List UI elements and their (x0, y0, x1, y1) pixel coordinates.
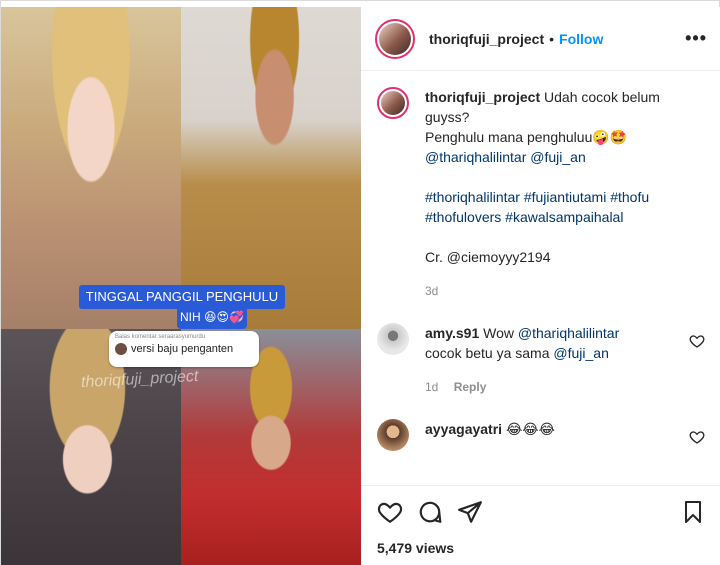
comment-mention-2[interactable]: @fuji_an (553, 345, 608, 361)
reply-bubble-big: versi baju penganten (115, 343, 253, 355)
caption-line1: Udah cocok belum (544, 89, 660, 105)
caption-author-avatar[interactable] (377, 87, 409, 119)
caption-line3: Penghulu mana penghuluu🤪🤩 (425, 129, 628, 145)
comment-like-heart-icon[interactable] (689, 333, 705, 349)
commenter-avatar[interactable] (377, 323, 409, 355)
reply-bubble-small: Balas komentar seraarasyumurdu (115, 334, 206, 340)
media-overlay-caption-2: NIH 😆😍💞 (177, 305, 247, 329)
comment-row: ayyagayatri 😂😂😂 (377, 419, 705, 451)
comment-username[interactable]: ayyagayatri (425, 421, 502, 437)
comment-username[interactable]: amy.s91 (425, 325, 479, 341)
comment-meta: 1d Reply (425, 377, 681, 397)
follow-button[interactable]: Follow (559, 31, 603, 47)
more-options-icon[interactable]: ••• (685, 28, 707, 49)
comment-icon[interactable] (417, 499, 443, 525)
caption-mention-1[interactable]: @thariqhalilintar (425, 149, 526, 165)
reply-avatar-dot (115, 343, 127, 355)
comment-text: ayyagayatri 😂😂😂 (425, 419, 681, 439)
media-overlay-line2: NIH 😆😍💞 (180, 310, 244, 324)
media-overlay-line1: TINGGAL PANGGIL PENGHULU (85, 289, 279, 304)
instagram-post-window: TINGGAL PANGGIL PENGHULU NIH 😆😍💞 Balas k… (0, 0, 720, 565)
comment-row: amy.s91 Wow @thariqhalilintar cocok betu… (377, 323, 705, 397)
post-header: thoriqfuji_project • Follow ••• (361, 7, 720, 71)
caption-mention-2[interactable]: @fuji_an (530, 149, 585, 165)
views-count: 5,479 views (377, 540, 455, 556)
media-reply-bubble: Balas komentar seraarasyumurdu versi baj… (109, 331, 259, 367)
commenter-avatar[interactable] (377, 419, 409, 451)
caption-text: thoriqfuji_project Udah cocok belum guys… (425, 87, 705, 301)
comment-text-pre: Wow (483, 325, 514, 341)
caption-username[interactable]: thoriqfuji_project (425, 89, 540, 105)
comments-section[interactable]: thoriqfuji_project Udah cocok belum guys… (361, 71, 720, 485)
action-icons (377, 494, 705, 530)
comment-mention-1[interactable]: @thariqhalilintar (518, 325, 619, 341)
comment-timestamp: 1d (425, 380, 439, 394)
comment-like-heart-icon[interactable] (689, 429, 705, 445)
post-media-collage[interactable]: TINGGAL PANGGIL PENGHULU NIH 😆😍💞 Balas k… (1, 7, 361, 565)
share-icon[interactable] (457, 499, 483, 525)
reply-button[interactable]: Reply (454, 380, 487, 394)
caption-hashtags-1[interactable]: #thoriqhalilintar #fujiantiutami #thofu (425, 187, 705, 207)
caption-line2: guyss? (425, 109, 470, 125)
caption-timestamp: 3d (425, 284, 439, 298)
post-side-panel: thoriqfuji_project • Follow ••• thoriqfu… (361, 7, 720, 565)
comment-body: 😂😂😂 (505, 421, 556, 437)
caption-row: thoriqfuji_project Udah cocok belum guys… (377, 87, 705, 301)
author-username[interactable]: thoriqfuji_project (429, 31, 544, 47)
save-icon[interactable] (681, 499, 705, 525)
author-avatar[interactable] (375, 18, 415, 59)
post-actions-bar: 5,479 views (361, 485, 720, 565)
photo-bride-top-left (1, 7, 181, 329)
comment-text: amy.s91 Wow @thariqhalilintar cocok betu… (425, 323, 681, 397)
reply-bubble-text: versi baju penganten (131, 343, 234, 355)
header-separator: • (549, 30, 555, 47)
caption-credit: Cr. @ciemoyyy2194 (425, 249, 551, 265)
comment-text-mid: cocok betu ya sama (425, 345, 550, 361)
heart-icon[interactable] (377, 499, 403, 525)
photo-groom-top-right (181, 7, 361, 329)
caption-hashtags-2[interactable]: #thofulovers #kawalsampaihalal (425, 207, 705, 227)
